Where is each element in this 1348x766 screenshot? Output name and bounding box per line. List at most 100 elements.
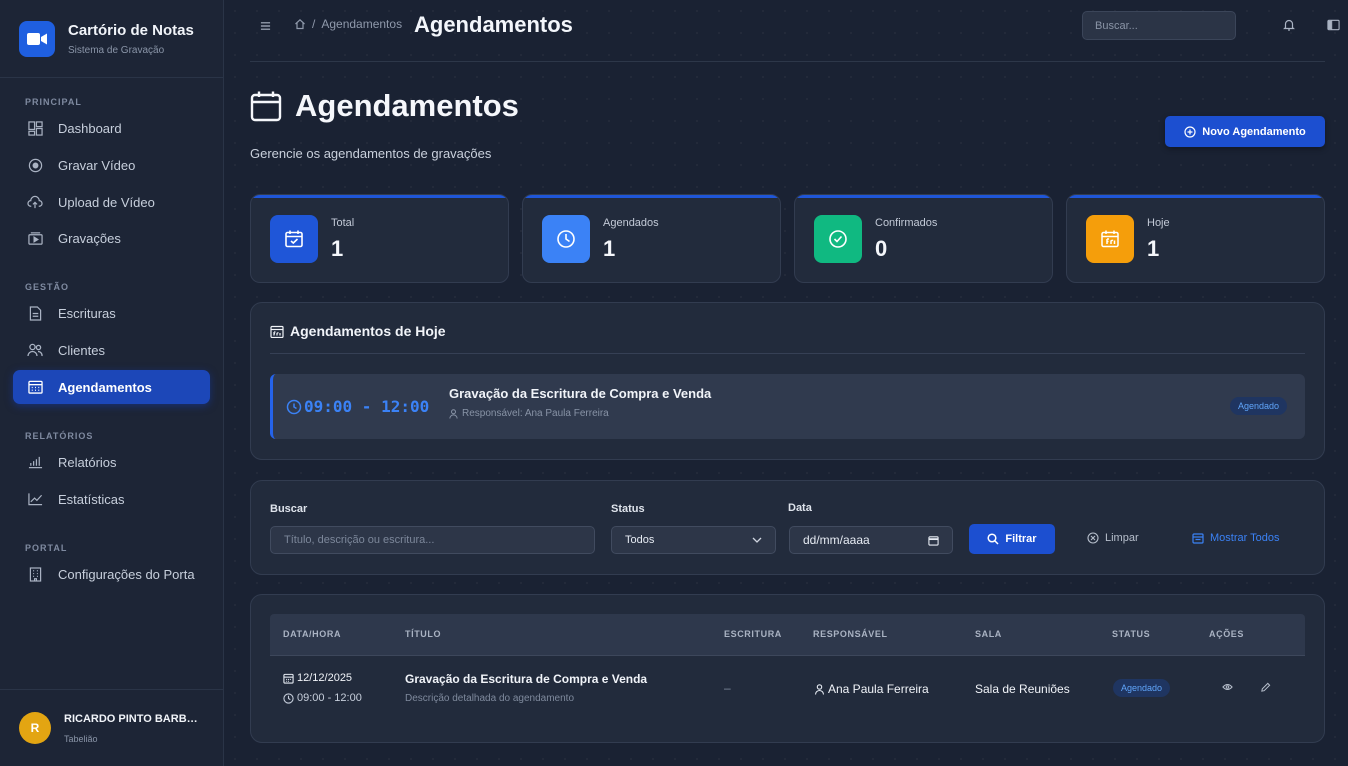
stat-card-agendados: Agendados 1	[522, 194, 781, 283]
user-profile[interactable]: R RICARDO PINTO BARBOSA Tabelião	[0, 689, 224, 766]
topbar: / Agendamentos Agendamentos	[250, 0, 1340, 62]
sidebar-item-gravar-video[interactable]: Gravar Vídeo	[13, 148, 210, 182]
line-chart-icon	[27, 491, 43, 507]
status-badge: Agendado	[1230, 397, 1288, 415]
search-input[interactable]	[1082, 11, 1236, 40]
column-header: STATUS	[1112, 629, 1151, 639]
today-title: Agendamentos de Hoje	[290, 323, 446, 339]
appointment-responsible: Responsável: Ana Paula Ferreira	[462, 408, 609, 419]
calendar-icon	[283, 673, 294, 684]
users-icon	[27, 342, 43, 358]
stat-card-hoje: Hoje 1	[1066, 194, 1325, 283]
sidebar-item-label: Gravar Vídeo	[58, 157, 136, 173]
clear-button[interactable]: Limpar	[1087, 532, 1139, 544]
nav-section-portal: PORTAL	[25, 543, 68, 553]
stat-label: Confirmados	[875, 217, 938, 229]
document-icon	[27, 305, 43, 321]
row-escritura: –	[724, 681, 731, 695]
breadcrumb-current: Agendamentos	[321, 17, 403, 31]
sidebar-item-label: Dashboard	[58, 120, 122, 136]
filter-button[interactable]: Filtrar	[969, 524, 1055, 554]
sidebar-item-clientes[interactable]: Clientes	[13, 333, 210, 367]
status-select-value: Todos	[625, 534, 655, 546]
stat-label: Total	[331, 217, 355, 229]
sidebar-item-label: Clientes	[58, 342, 105, 358]
bell-icon[interactable]	[1283, 18, 1295, 36]
sidebar-item-dashboard[interactable]: Dashboard	[13, 111, 210, 145]
appointment-time: 09:00 - 12:00	[304, 397, 430, 416]
stat-card-total: Total 1	[250, 194, 509, 283]
filter-button-label: Filtrar	[1005, 533, 1037, 545]
column-header: ESCRITURA	[724, 629, 782, 639]
calendar-grid-icon	[27, 379, 43, 395]
video-camera-icon	[19, 20, 55, 57]
clock-icon	[283, 692, 294, 704]
page-header: Agendamentos Gerencie os agendamentos de…	[250, 88, 519, 161]
calendar-day-icon	[270, 325, 284, 338]
plus-circle-icon	[1184, 125, 1196, 138]
breadcrumb: / Agendamentos	[294, 17, 402, 31]
nav-section-relatorios: RELATÓRIOS	[25, 431, 94, 441]
sidebar-item-estatisticas[interactable]: Estatísticas	[13, 482, 210, 516]
home-icon[interactable]	[294, 18, 306, 30]
edit-icon[interactable]	[1260, 682, 1271, 693]
building-icon	[27, 566, 43, 582]
close-circle-icon	[1087, 532, 1099, 544]
brand-subtitle: Sistema de Gravação	[68, 44, 165, 56]
search-icon	[987, 533, 999, 545]
user-name: RICARDO PINTO BARBOSA	[64, 712, 204, 725]
topbar-title: Agendamentos	[414, 12, 573, 37]
user-icon	[449, 408, 458, 419]
stat-label: Hoje	[1147, 217, 1170, 229]
row-time: 09:00 - 12:00	[283, 692, 362, 704]
column-header: TÍTULO	[405, 629, 442, 639]
video-list-icon	[27, 230, 43, 246]
row-room: Sala de Reuniões	[975, 682, 1070, 696]
show-all-button[interactable]: Mostrar Todos	[1192, 532, 1280, 544]
filters-card: Buscar Status Todos Data dd/mm/aaaa Filt…	[250, 480, 1325, 575]
status-select[interactable]: Todos	[611, 526, 776, 554]
brand-title: Cartório de Notas	[68, 21, 194, 39]
search-label: Buscar	[270, 503, 308, 515]
new-appointment-button[interactable]: Novo Agendamento	[1165, 116, 1325, 147]
sidebar-item-escrituras[interactable]: Escrituras	[13, 296, 210, 330]
sidebar-item-relatorios[interactable]: Relatórios	[13, 445, 210, 479]
stat-label: Agendados	[603, 217, 659, 229]
sidebar-item-agendamentos[interactable]: Agendamentos	[13, 370, 210, 404]
sidebar-item-configuracoes[interactable]: Configurações do Porta	[13, 557, 210, 591]
sidebar-toggle-icon[interactable]	[1327, 18, 1340, 36]
row-date: 12/12/2025	[283, 672, 352, 684]
column-header: DATA/HORA	[283, 629, 342, 639]
sidebar-item-label: Escrituras	[58, 305, 116, 321]
menu-icon[interactable]	[260, 18, 271, 34]
status-badge: Agendado	[1113, 679, 1171, 697]
calendar-icon	[1192, 532, 1204, 544]
sidebar-item-label: Upload de Vídeo	[58, 194, 155, 210]
today-appointment-item[interactable]: 09:00 - 12:00 Gravação da Escritura de C…	[270, 374, 1305, 439]
appointments-table-card: DATA/HORA TÍTULO ESCRITURA RESPONSÁVEL S…	[250, 594, 1325, 743]
stat-value: 1	[603, 236, 616, 261]
stat-value: 0	[875, 236, 888, 261]
sidebar-item-upload-video[interactable]: Upload de Vídeo	[13, 185, 210, 219]
sidebar-item-gravacoes[interactable]: Gravações	[13, 221, 210, 255]
column-header: SALA	[975, 629, 1002, 639]
calendar-picker-icon[interactable]	[928, 535, 939, 546]
eye-icon[interactable]	[1222, 683, 1233, 691]
date-label: Data	[788, 502, 812, 514]
clock-icon	[542, 215, 590, 263]
clock-icon	[286, 399, 302, 415]
page-subtitle: Gerencie os agendamentos de gravações	[250, 146, 492, 161]
calendar-check-icon	[270, 215, 318, 263]
user-role: Tabelião	[64, 733, 98, 744]
date-placeholder: dd/mm/aaaa	[803, 533, 870, 547]
row-title: Gravação da Escritura de Compra e Venda	[405, 672, 648, 686]
date-input[interactable]: dd/mm/aaaa	[789, 526, 953, 554]
show-all-label: Mostrar Todos	[1210, 532, 1280, 544]
calendar-day-icon	[1086, 215, 1134, 263]
filter-search-input[interactable]	[270, 526, 595, 554]
bar-chart-icon	[27, 454, 43, 470]
breadcrumb-separator: /	[312, 17, 316, 31]
sidebar-item-label: Relatórios	[58, 454, 117, 470]
sidebar-item-label: Agendamentos	[58, 379, 152, 395]
chevron-down-icon	[752, 537, 762, 543]
